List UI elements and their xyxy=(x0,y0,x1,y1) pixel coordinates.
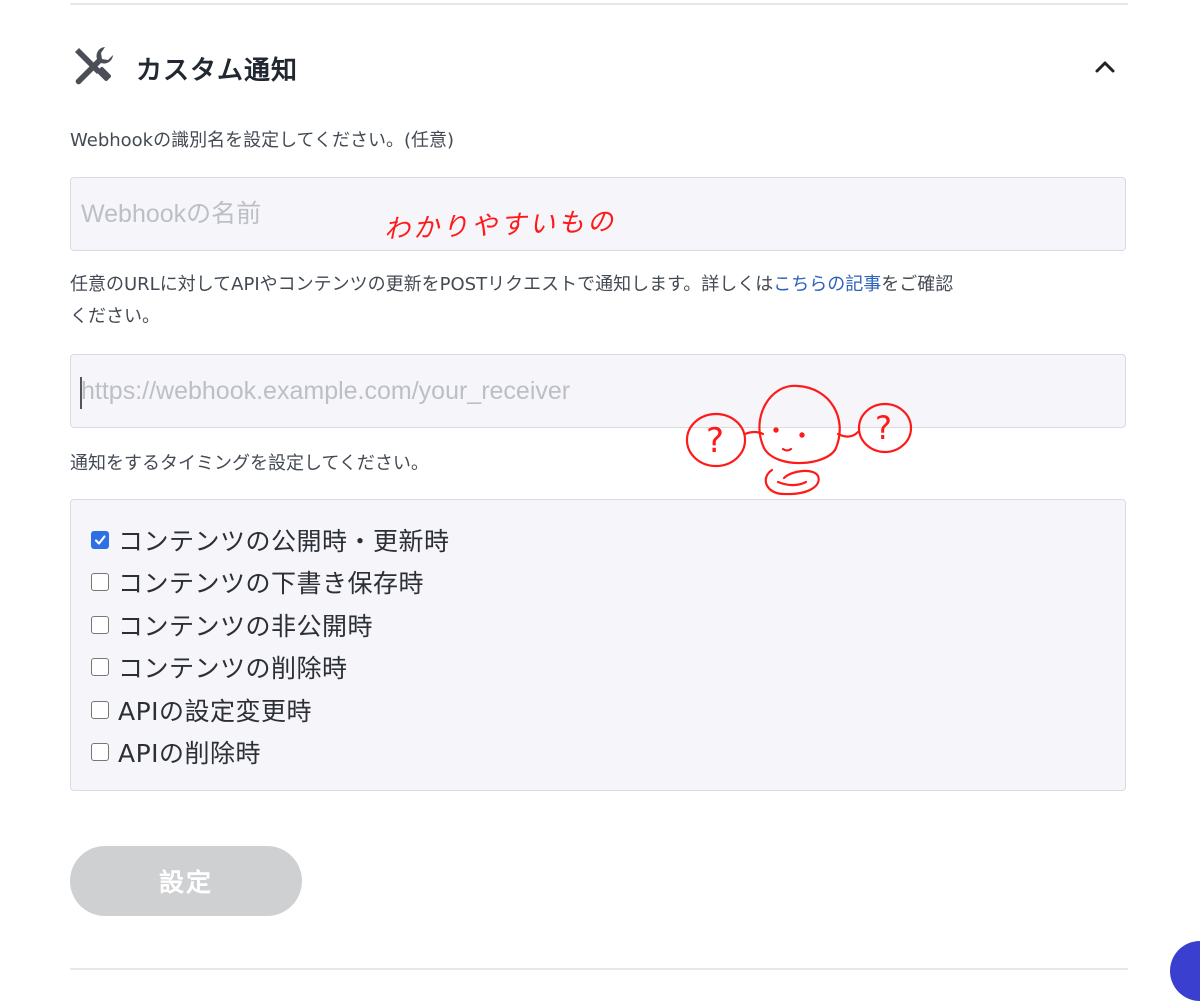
option-label: APIの設定変更時 xyxy=(118,697,313,726)
webhook-url-description: 任意のURLに対してAPIやコンテンツの更新をPOSTリクエストで通知します。詳… xyxy=(70,269,1130,333)
option-label: コンテンツの非公開時 xyxy=(118,612,374,641)
article-link[interactable]: こちらの記事 xyxy=(773,274,881,295)
top-divider xyxy=(70,3,1128,5)
option-delete[interactable]: コンテンツの削除時 xyxy=(91,647,348,687)
checkbox-publish-update[interactable] xyxy=(91,531,109,549)
save-button[interactable]: 設定 xyxy=(70,846,302,916)
option-label: APIの削除時 xyxy=(118,739,262,768)
description-text: 任意のURLに対してAPIやコンテンツの更新をPOSTリクエストで通知します。詳… xyxy=(70,274,774,295)
option-draft-save[interactable]: コンテンツの下書き保存時 xyxy=(91,562,424,602)
checkbox-unpublish[interactable] xyxy=(91,616,109,634)
timing-label: 通知をするタイミングを設定してください。 xyxy=(70,453,429,474)
option-label: コンテンツの削除時 xyxy=(118,654,348,683)
bottom-divider xyxy=(70,968,1128,970)
option-unpublish[interactable]: コンテンツの非公開時 xyxy=(91,605,373,645)
wrench-screwdriver-icon xyxy=(75,47,113,85)
timing-options-box: コンテンツの公開時・更新時 コンテンツの下書き保存時 コンテンツの非公開時 コン… xyxy=(70,499,1126,791)
webhook-url-input[interactable] xyxy=(70,354,1126,428)
corner-widget[interactable] xyxy=(1170,941,1200,1001)
checkbox-api-settings-change[interactable] xyxy=(91,701,109,719)
section-header: カスタム通知 xyxy=(70,40,1128,96)
option-publish-update[interactable]: コンテンツの公開時・更新時 xyxy=(91,520,450,560)
text-caret xyxy=(80,377,82,409)
section-title: カスタム通知 xyxy=(136,56,299,86)
chevron-up-icon[interactable] xyxy=(1090,52,1120,82)
webhook-name-label: Webhookの識別名を設定してください。(任意) xyxy=(70,130,455,151)
option-label: コンテンツの公開時・更新時 xyxy=(118,527,450,556)
option-label: コンテンツの下書き保存時 xyxy=(118,569,425,598)
option-api-settings-change[interactable]: APIの設定変更時 xyxy=(91,690,312,730)
checkbox-api-delete[interactable] xyxy=(91,743,109,761)
checkbox-delete[interactable] xyxy=(91,658,109,676)
checkbox-draft-save[interactable] xyxy=(91,573,109,591)
option-api-delete[interactable]: APIの削除時 xyxy=(91,732,261,772)
description-line2: ください。 xyxy=(70,306,160,327)
description-text-end: をご確認 xyxy=(881,274,954,295)
